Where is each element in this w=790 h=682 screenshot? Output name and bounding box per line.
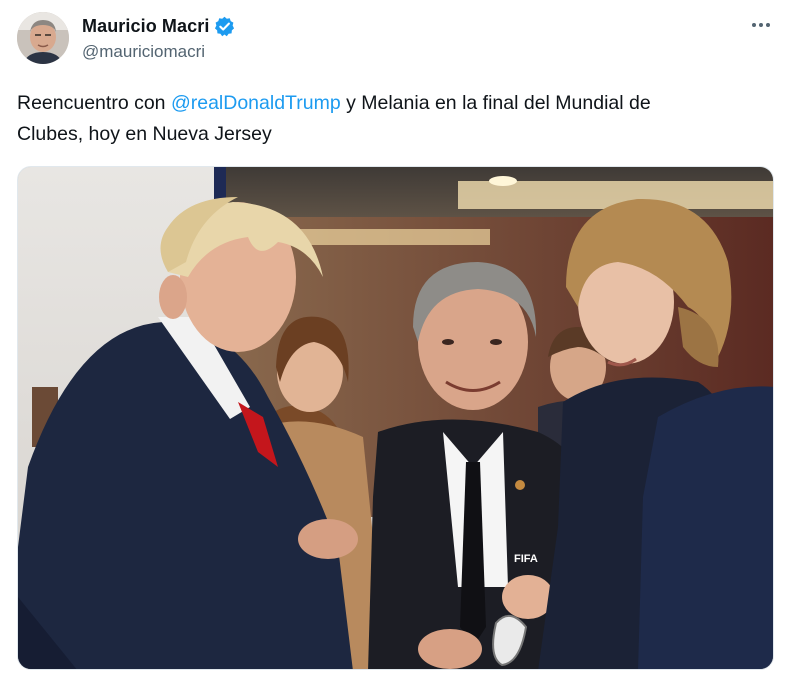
- tweet-photo[interactable]: FIFA: [17, 166, 774, 670]
- tweet-text-part1: Reencuentro con: [17, 92, 171, 114]
- verified-badge-icon: [214, 16, 235, 37]
- more-options-icon[interactable]: [748, 14, 774, 36]
- tweet-text-line2: Clubes, hoy en Nueva Jersey: [17, 123, 272, 145]
- tweet-text: Reencuentro con @realDonaldTrump y Melan…: [17, 88, 777, 150]
- author-display-name[interactable]: Mauricio Macri: [82, 16, 209, 37]
- avatar-portrait: [17, 12, 69, 64]
- author-name-row: Mauricio Macri: [82, 14, 235, 38]
- photo-illustration: FIFA: [18, 167, 773, 669]
- author-handle[interactable]: @mauriciomacri: [82, 42, 205, 62]
- tweet-card: Mauricio Macri @mauriciomacri Reencuentr…: [0, 0, 790, 682]
- tweet-text-part2: y Melania en la final del Mundial de: [340, 92, 651, 114]
- author-avatar[interactable]: [17, 12, 69, 64]
- mention-link[interactable]: @realDonaldTrump: [171, 92, 341, 114]
- fifa-badge: FIFA: [514, 553, 538, 565]
